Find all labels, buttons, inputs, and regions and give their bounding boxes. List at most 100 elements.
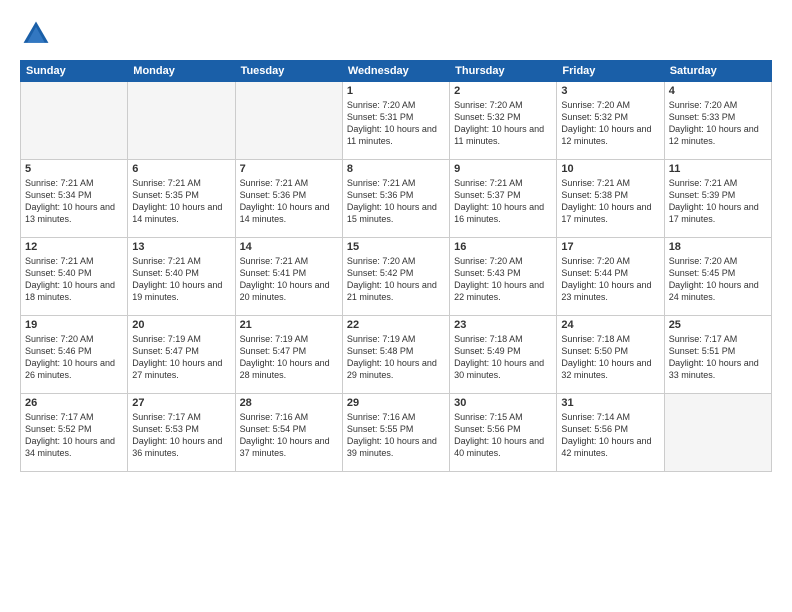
day-number: 19 (25, 319, 123, 331)
day-number: 13 (132, 241, 230, 253)
calendar-cell: 4Sunrise: 7:20 AMSunset: 5:33 PMDaylight… (664, 82, 771, 160)
day-detail: Sunrise: 7:20 AMSunset: 5:42 PMDaylight:… (347, 255, 445, 304)
day-detail: Sunrise: 7:21 AMSunset: 5:37 PMDaylight:… (454, 177, 552, 226)
day-number: 28 (240, 397, 338, 409)
calendar-week-row: 26 Sunrise: 7:17 AMSunset: 5:52 PMDayligh… (21, 394, 772, 472)
day-number: 30 (454, 397, 552, 409)
day-header-saturday: Saturday (664, 61, 771, 82)
day-number: 25 (669, 319, 767, 331)
calendar-week-row: 12 Sunrise: 7:21 AMSunset: 5:40 PMDayligh… (21, 238, 772, 316)
calendar-header-row: SundayMondayTuesdayWednesdayThursdayFrid… (21, 61, 772, 82)
day-detail: Sunrise: 7:20 AMSunset: 5:32 PMDaylight:… (454, 99, 552, 148)
day-number: 27 (132, 397, 230, 409)
day-number: 23 (454, 319, 552, 331)
day-detail: Sunrise: 7:21 AMSunset: 5:40 PMDaylight:… (132, 255, 230, 304)
day-number: 21 (240, 319, 338, 331)
day-detail: Sunrise: 7:20 AMSunset: 5:45 PMDaylight:… (669, 255, 767, 304)
calendar-week-row: 5 Sunrise: 7:21 AMSunset: 5:34 PMDaylight… (21, 160, 772, 238)
day-detail: Sunrise: 7:19 AMSunset: 5:47 PMDaylight:… (240, 333, 338, 382)
calendar-cell: 1Sunrise: 7:20 AMSunset: 5:31 PMDaylight… (342, 82, 449, 160)
day-detail: Sunrise: 7:21 AMSunset: 5:36 PMDaylight:… (240, 177, 338, 226)
day-detail: Sunrise: 7:15 AMSunset: 5:56 PMDaylight:… (454, 411, 552, 460)
day-number: 26 (25, 397, 123, 409)
calendar-cell: 12Sunrise: 7:21 AMSunset: 5:40 PMDayligh… (21, 238, 128, 316)
calendar-cell: 9 Sunrise: 7:21 AMSunset: 5:37 PMDaylight… (450, 160, 557, 238)
day-number: 16 (454, 241, 552, 253)
day-detail: Sunrise: 7:14 AMSunset: 5:56 PMDaylight:… (561, 411, 659, 460)
day-detail: Sunrise: 7:17 AMSunset: 5:53 PMDaylight:… (132, 411, 230, 460)
day-header-friday: Friday (557, 61, 664, 82)
calendar-cell: 3Sunrise: 7:20 AMSunset: 5:32 PMDaylight… (557, 82, 664, 160)
calendar-cell: 5 Sunrise: 7:21 AMSunset: 5:34 PMDaylight… (21, 160, 128, 238)
day-detail: Sunrise: 7:20 AMSunset: 5:44 PMDaylight:… (561, 255, 659, 304)
day-detail: Sunrise: 7:19 AMSunset: 5:47 PMDaylight:… (132, 333, 230, 382)
calendar-cell (128, 82, 235, 160)
calendar-cell: 27 Sunrise: 7:17 AMSunset: 5:53 PMDayligh… (128, 394, 235, 472)
calendar-cell: 20 Sunrise: 7:19 AMSunset: 5:47 PMDayligh… (128, 316, 235, 394)
calendar-cell: 30 Sunrise: 7:15 AMSunset: 5:56 PMDayligh… (450, 394, 557, 472)
day-detail: Sunrise: 7:21 AMSunset: 5:34 PMDaylight:… (25, 177, 123, 226)
calendar-cell: 8 Sunrise: 7:21 AMSunset: 5:36 PMDaylight… (342, 160, 449, 238)
day-number: 11 (669, 163, 767, 175)
calendar-cell: 2 Sunrise: 7:20 AMSunset: 5:32 PMDaylight… (450, 82, 557, 160)
day-number: 14 (240, 241, 338, 253)
calendar-cell (664, 394, 771, 472)
day-number: 31 (561, 397, 659, 409)
day-detail: Sunrise: 7:21 AMSunset: 5:41 PMDaylight:… (240, 255, 338, 304)
day-detail: Sunrise: 7:17 AMSunset: 5:51 PMDaylight:… (669, 333, 767, 382)
day-detail: Sunrise: 7:21 AMSunset: 5:38 PMDaylight:… (561, 177, 659, 226)
day-number: 24 (561, 319, 659, 331)
calendar-cell: 11 Sunrise: 7:21 AMSunset: 5:39 PMDayligh… (664, 160, 771, 238)
day-detail: Sunrise: 7:21 AMSunset: 5:35 PMDaylight:… (132, 177, 230, 226)
day-number: 6 (132, 163, 230, 175)
calendar-week-row: 19 Sunrise: 7:20 AMSunset: 5:46 PMDayligh… (21, 316, 772, 394)
calendar-cell: 10 Sunrise: 7:21 AMSunset: 5:38 PMDayligh… (557, 160, 664, 238)
calendar-cell: 25 Sunrise: 7:17 AMSunset: 5:51 PMDayligh… (664, 316, 771, 394)
calendar-cell: 19 Sunrise: 7:20 AMSunset: 5:46 PMDayligh… (21, 316, 128, 394)
day-number: 15 (347, 241, 445, 253)
calendar-cell: 6 Sunrise: 7:21 AMSunset: 5:35 PMDaylight… (128, 160, 235, 238)
day-detail: Sunrise: 7:17 AMSunset: 5:52 PMDaylight:… (25, 411, 123, 460)
calendar-cell: 17 Sunrise: 7:20 AMSunset: 5:44 PMDayligh… (557, 238, 664, 316)
day-number: 20 (132, 319, 230, 331)
calendar-cell: 26 Sunrise: 7:17 AMSunset: 5:52 PMDayligh… (21, 394, 128, 472)
day-detail: Sunrise: 7:21 AMSunset: 5:39 PMDaylight:… (669, 177, 767, 226)
day-number: 10 (561, 163, 659, 175)
day-detail: Sunrise: 7:20 AMSunset: 5:32 PMDaylight:… (561, 99, 659, 148)
logo-icon (20, 18, 52, 50)
day-detail: Sunrise: 7:21 AMSunset: 5:36 PMDaylight:… (347, 177, 445, 226)
day-number: 29 (347, 397, 445, 409)
day-detail: Sunrise: 7:20 AMSunset: 5:43 PMDaylight:… (454, 255, 552, 304)
day-detail: Sunrise: 7:20 AMSunset: 5:46 PMDaylight:… (25, 333, 123, 382)
calendar-cell: 13 Sunrise: 7:21 AMSunset: 5:40 PMDayligh… (128, 238, 235, 316)
calendar-cell: 7 Sunrise: 7:21 AMSunset: 5:36 PMDaylight… (235, 160, 342, 238)
day-header-sunday: Sunday (21, 61, 128, 82)
calendar-cell: 31 Sunrise: 7:14 AMSunset: 5:56 PMDayligh… (557, 394, 664, 472)
calendar-cell: 28Sunrise: 7:16 AMSunset: 5:54 PMDayligh… (235, 394, 342, 472)
calendar-cell (235, 82, 342, 160)
day-number: 18 (669, 241, 767, 253)
calendar-cell: 14 Sunrise: 7:21 AMSunset: 5:41 PMDayligh… (235, 238, 342, 316)
calendar-week-row: 1Sunrise: 7:20 AMSunset: 5:31 PMDaylight… (21, 82, 772, 160)
calendar-cell: 16 Sunrise: 7:20 AMSunset: 5:43 PMDayligh… (450, 238, 557, 316)
day-detail: Sunrise: 7:18 AMSunset: 5:49 PMDaylight:… (454, 333, 552, 382)
calendar-table: SundayMondayTuesdayWednesdayThursdayFrid… (20, 60, 772, 472)
day-detail: Sunrise: 7:20 AMSunset: 5:31 PMDaylight:… (347, 99, 445, 148)
calendar-cell: 18 Sunrise: 7:20 AMSunset: 5:45 PMDayligh… (664, 238, 771, 316)
day-detail: Sunrise: 7:16 AMSunset: 5:55 PMDaylight:… (347, 411, 445, 460)
day-number: 9 (454, 163, 552, 175)
day-number: 4 (669, 85, 767, 97)
calendar-cell: 21 Sunrise: 7:19 AMSunset: 5:47 PMDayligh… (235, 316, 342, 394)
day-number: 7 (240, 163, 338, 175)
calendar-cell (21, 82, 128, 160)
day-number: 5 (25, 163, 123, 175)
calendar-cell: 15 Sunrise: 7:20 AMSunset: 5:42 PMDayligh… (342, 238, 449, 316)
page: SundayMondayTuesdayWednesdayThursdayFrid… (0, 0, 792, 612)
day-number: 12 (25, 241, 123, 253)
day-header-tuesday: Tuesday (235, 61, 342, 82)
day-number: 17 (561, 241, 659, 253)
calendar-cell: 23 Sunrise: 7:18 AMSunset: 5:49 PMDayligh… (450, 316, 557, 394)
calendar-cell: 29 Sunrise: 7:16 AMSunset: 5:55 PMDayligh… (342, 394, 449, 472)
day-number: 8 (347, 163, 445, 175)
day-number: 2 (454, 85, 552, 97)
